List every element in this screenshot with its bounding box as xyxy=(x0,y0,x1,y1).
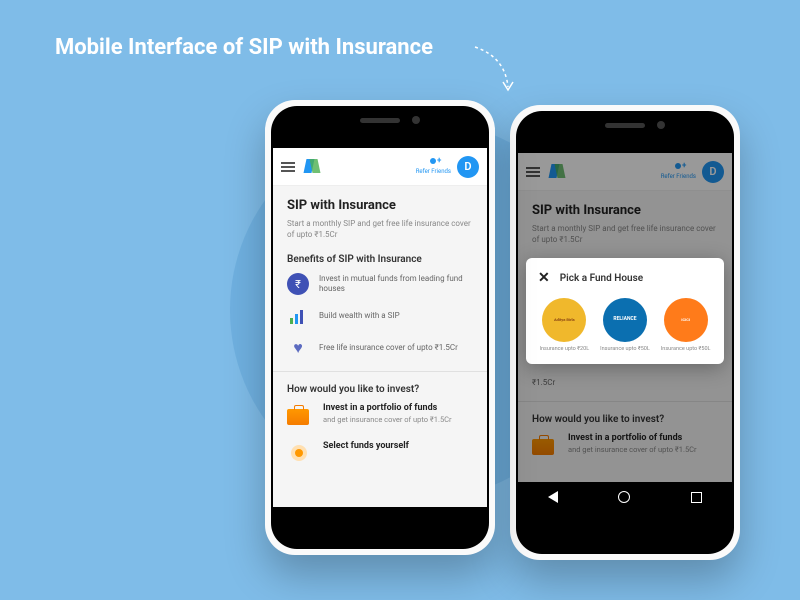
fund-logo-icon: Aditya Birla xyxy=(542,298,586,342)
option-title: Select funds yourself xyxy=(323,441,473,451)
person-add-icon xyxy=(427,158,439,168)
phone-mockup-right: Refer Friends D SIP with Insurance Start… xyxy=(510,105,740,560)
rupee-icon: ₹ xyxy=(287,273,309,295)
benefit-item: Build wealth with a SIP xyxy=(287,305,473,327)
fund-house-modal: ✕ Pick a Fund House Aditya Birla Insuran… xyxy=(526,258,724,364)
briefcase-icon xyxy=(287,409,309,425)
fund-house-option[interactable]: Aditya Birla Insurance upto ₹20L xyxy=(538,298,591,352)
divider xyxy=(273,371,487,372)
benefit-text: Free life insurance cover of upto ₹1.5Cr xyxy=(319,343,458,353)
close-icon[interactable]: ✕ xyxy=(538,270,550,286)
page-title: SIP with Insurance xyxy=(287,198,473,213)
option-title: Invest in a portfolio of funds xyxy=(323,403,473,413)
phone-mockup-left: Refer Friends D SIP with Insurance Start… xyxy=(265,100,495,555)
app-logo xyxy=(303,159,319,175)
refer-label: Refer Friends xyxy=(416,168,451,175)
fund-logo-icon: RELIANCE xyxy=(603,298,647,342)
hero-title: Mobile Interface of SIP with Insurance xyxy=(55,35,433,60)
refer-friends-button[interactable]: Refer Friends xyxy=(416,158,451,175)
modal-title: Pick a Fund House xyxy=(560,273,643,284)
benefits-heading: Benefits of SIP with Insurance xyxy=(287,254,473,265)
nav-recents-icon[interactable] xyxy=(691,492,702,503)
user-avatar[interactable]: D xyxy=(457,156,479,178)
heart-icon: ♥ xyxy=(287,337,309,359)
fund-house-option[interactable]: ICICI Insurance upto ₹50L xyxy=(659,298,712,352)
phone-speaker xyxy=(360,118,400,123)
invest-heading: How would you like to invest? xyxy=(287,384,473,395)
phone-speaker xyxy=(605,123,645,128)
menu-icon[interactable] xyxy=(281,162,295,172)
benefit-text: Build wealth with a SIP xyxy=(319,311,400,321)
fund-label: Insurance upto ₹50L xyxy=(661,346,711,352)
benefit-item: ♥ Free life insurance cover of upto ₹1.5… xyxy=(287,337,473,359)
option-sub: and get insurance cover of upto ₹1.5Cr xyxy=(323,415,473,425)
fund-house-option[interactable]: RELIANCE Insurance upto ₹50L xyxy=(599,298,652,352)
benefit-text: Invest in mutual funds from leading fund… xyxy=(319,274,473,295)
fund-label: Insurance upto ₹20L xyxy=(539,346,589,352)
select-icon xyxy=(287,443,313,467)
fund-logo-icon: ICICI xyxy=(664,298,708,342)
phone-camera xyxy=(412,116,420,124)
phone-camera xyxy=(657,121,665,129)
page-subtitle: Start a monthly SIP and get free life in… xyxy=(287,218,473,240)
invest-option-portfolio[interactable]: Invest in a portfolio of funds and get i… xyxy=(287,403,473,429)
benefit-item: ₹ Invest in mutual funds from leading fu… xyxy=(287,273,473,295)
android-navbar xyxy=(518,482,732,512)
fund-label: Insurance upto ₹50L xyxy=(600,346,650,352)
nav-home-icon[interactable] xyxy=(618,491,630,503)
app-topbar: Refer Friends D xyxy=(273,148,487,186)
nav-back-icon[interactable] xyxy=(548,491,558,503)
pointer-arrow xyxy=(470,42,530,102)
growth-icon xyxy=(287,305,309,327)
invest-option-self[interactable]: Select funds yourself xyxy=(287,441,473,467)
